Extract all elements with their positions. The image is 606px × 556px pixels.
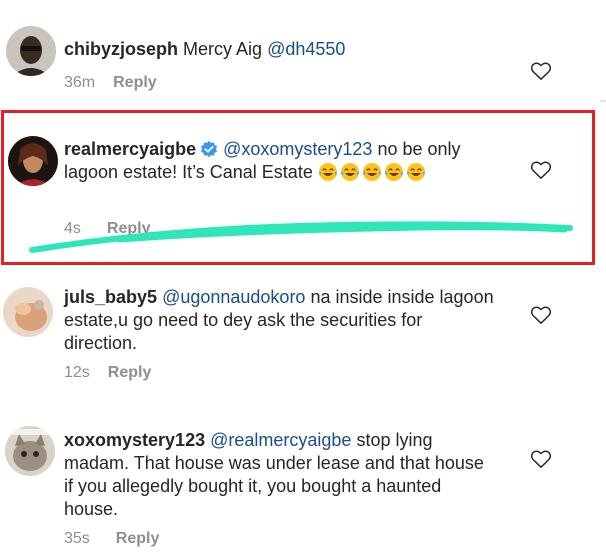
reply-button[interactable]: Reply xyxy=(108,364,152,381)
comment-time: 35s xyxy=(64,530,90,547)
comment-item: juls_baby5 @ugonnaudokoro na inside insi… xyxy=(0,270,606,400)
avatar[interactable] xyxy=(6,26,56,76)
divider xyxy=(600,100,606,102)
heart-outline-icon[interactable] xyxy=(530,61,552,81)
comment-username[interactable]: juls_baby5 xyxy=(64,287,157,307)
comment-time: 12s xyxy=(64,364,90,381)
comment-meta: 36m Reply xyxy=(64,74,157,92)
heart-outline-icon[interactable] xyxy=(530,449,552,469)
comment-item: chibyzjoseph Mercy Aig @dh4550 36m Reply xyxy=(0,0,606,100)
avatar[interactable] xyxy=(3,287,53,337)
reply-button[interactable]: Reply xyxy=(116,530,160,547)
comment-meta: 12s Reply xyxy=(64,364,151,382)
comment-mention[interactable]: @ugonnaudokoro xyxy=(162,287,305,307)
heart-outline-icon[interactable] xyxy=(530,305,552,325)
comment-mention[interactable]: @realmercyaigbe xyxy=(210,430,351,450)
reply-button[interactable]: Reply xyxy=(113,74,157,91)
avatar[interactable] xyxy=(5,426,55,476)
comment-text: xoxomystery123 @realmercyaigbe stop lyin… xyxy=(64,429,494,521)
comment-meta: 35s Reply xyxy=(64,530,159,548)
comment-mention[interactable]: @dh4550 xyxy=(267,39,345,59)
comment-username[interactable]: chibyzjoseph xyxy=(64,39,178,59)
highlight-box xyxy=(1,110,595,265)
comment-text: juls_baby5 @ugonnaudokoro na inside insi… xyxy=(64,286,494,355)
comment-item: xoxomystery123 @realmercyaigbe stop lyin… xyxy=(0,420,606,556)
comment-body: Mercy Aig xyxy=(183,39,263,59)
comment-time: 36m xyxy=(64,74,96,91)
comment-username[interactable]: xoxomystery123 xyxy=(64,430,205,450)
comment-text: chibyzjoseph Mercy Aig @dh4550 xyxy=(64,38,504,61)
